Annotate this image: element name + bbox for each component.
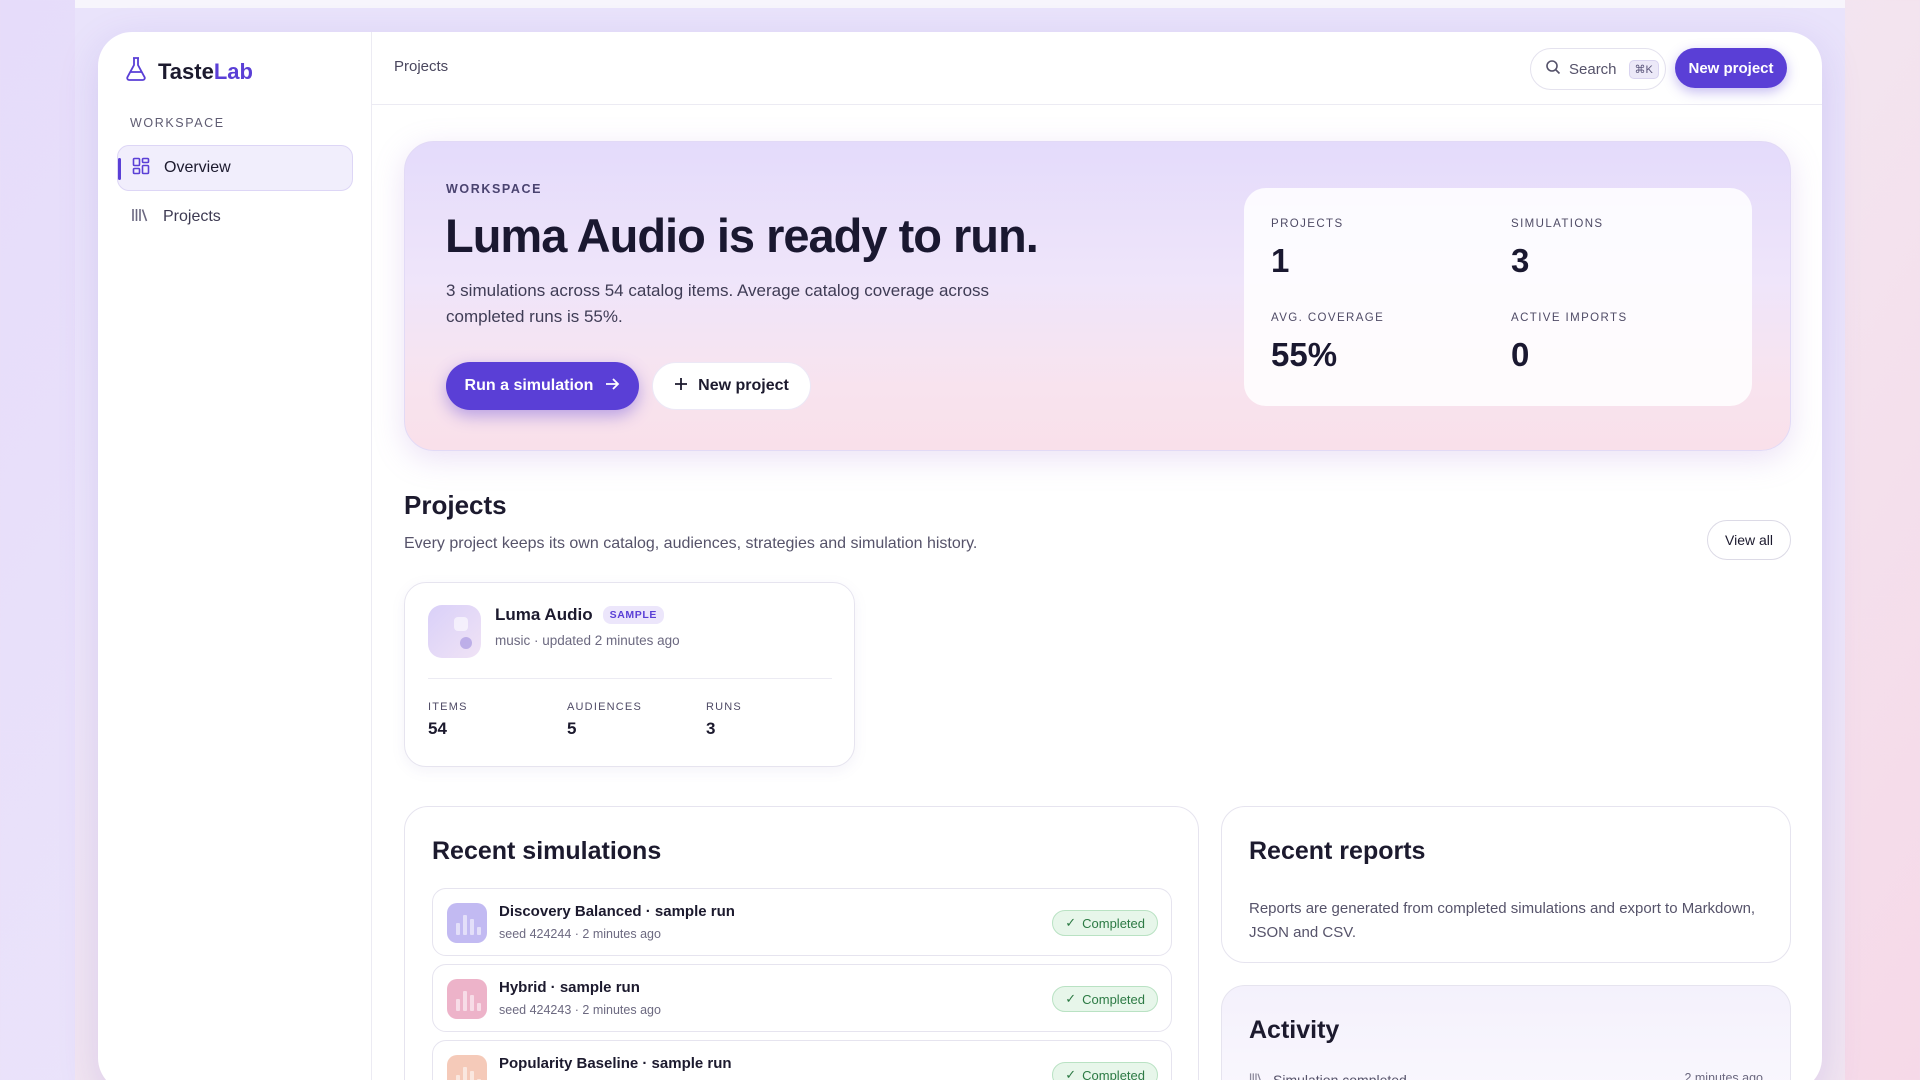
brand-name: TasteLab bbox=[158, 59, 253, 84]
stat-label: PROJECTS bbox=[1271, 218, 1344, 230]
stat-label: AUDIENCES bbox=[567, 701, 642, 713]
hero-card: WORKSPACE Luma Audio is ready to run. 3 … bbox=[404, 141, 1791, 451]
project-name: Luma Audio SAMPLE bbox=[495, 605, 664, 625]
bar-chart-icon bbox=[447, 1055, 487, 1080]
project-stat-audiences: AUDIENCES 5 bbox=[567, 701, 642, 739]
stat-simulations: SIMULATIONS 3 bbox=[1511, 218, 1731, 280]
simulation-meta: seed 424244 · 2 minutes ago bbox=[499, 927, 661, 941]
stat-label: RUNS bbox=[706, 701, 742, 713]
stat-value: 55% bbox=[1271, 336, 1338, 373]
plus-icon bbox=[674, 377, 688, 396]
stat-value: 54 bbox=[428, 719, 447, 738]
top-header: Projects Search ⌘K New project bbox=[372, 32, 1822, 105]
recent-reports-panel: Recent reports Reports are generated fro… bbox=[1221, 806, 1791, 963]
activity-label-text: Simulation completed bbox=[1273, 1071, 1407, 1080]
run-simulation-label: Run a simulation bbox=[464, 377, 594, 394]
project-stat-runs: RUNS 3 bbox=[706, 701, 742, 739]
divider bbox=[428, 678, 832, 679]
simulation-row[interactable]: Hybrid · sample run seed 424243 · 2 minu… bbox=[432, 964, 1172, 1032]
hero-subtitle: 3 simulations across 54 catalog items. A… bbox=[446, 281, 990, 326]
simulation-row[interactable]: Discovery Balanced · sample run seed 424… bbox=[432, 888, 1172, 956]
stat-avg-coverage: AVG. COVERAGE 55% bbox=[1271, 312, 1491, 374]
stat-label: AVG. COVERAGE bbox=[1271, 312, 1385, 324]
search-icon bbox=[1545, 59, 1561, 79]
stat-value: 5 bbox=[567, 719, 577, 738]
project-card-luma-audio[interactable]: Luma Audio SAMPLE music · updated 2 minu… bbox=[404, 582, 855, 767]
project-name-text: Luma Audio bbox=[495, 605, 593, 624]
status-badge: ✓ Completed bbox=[1052, 910, 1158, 936]
app-window: TasteLab WORKSPACE Overview Projects Pro… bbox=[98, 32, 1822, 1080]
bar-chart-icon bbox=[447, 903, 487, 943]
grid-icon bbox=[132, 157, 150, 180]
search-shortcut: ⌘K bbox=[1628, 59, 1659, 79]
stat-value: 1 bbox=[1271, 242, 1290, 279]
activity-title: Activity bbox=[1249, 1016, 1340, 1044]
brand-logo[interactable]: TasteLab bbox=[124, 56, 253, 88]
search-label: Search bbox=[1569, 60, 1617, 78]
activity-row[interactable]: Simulation completed 2 minutes ago bbox=[1249, 1071, 1763, 1080]
window-top-strip bbox=[75, 0, 1845, 8]
hero-title: Luma Audio is ready to run. bbox=[445, 209, 1039, 262]
sidebar-section-label: WORKSPACE bbox=[130, 116, 225, 130]
project-thumbnail bbox=[428, 605, 481, 658]
flask-icon bbox=[124, 56, 148, 88]
stat-label: ACTIVE IMPORTS bbox=[1511, 312, 1628, 324]
arrow-right-icon bbox=[605, 377, 620, 396]
stat-label: ITEMS bbox=[428, 701, 468, 713]
stat-value: 3 bbox=[706, 719, 716, 738]
projects-section-subtitle: Every project keeps its own catalog, aud… bbox=[404, 535, 978, 552]
project-stat-items: ITEMS 54 bbox=[428, 701, 468, 739]
stat-active-imports: ACTIVE IMPORTS 0 bbox=[1511, 312, 1731, 374]
simulation-title: Discovery Balanced · sample run bbox=[499, 903, 735, 920]
recent-reports-title: Recent reports bbox=[1249, 837, 1426, 865]
activity-label: Simulation completed bbox=[1249, 1071, 1407, 1080]
sidebar-item-label: Overview bbox=[164, 159, 231, 176]
header-new-project-button[interactable]: New project bbox=[1675, 48, 1787, 88]
status-badge: ✓ Completed bbox=[1052, 1062, 1158, 1080]
stat-label: SIMULATIONS bbox=[1511, 218, 1604, 230]
status-text: Completed bbox=[1082, 915, 1145, 931]
recent-reports-text: Reports are generated from completed sim… bbox=[1249, 900, 1756, 941]
recent-simulations-title: Recent simulations bbox=[432, 837, 662, 865]
project-meta: music · updated 2 minutes ago bbox=[495, 633, 680, 648]
recent-simulations-panel: Recent simulations Discovery Balanced · … bbox=[404, 806, 1199, 1080]
check-icon: ✓ bbox=[1065, 915, 1077, 930]
run-simulation-button[interactable]: Run a simulation bbox=[446, 362, 639, 410]
status-text: Completed bbox=[1082, 1067, 1145, 1080]
stat-value: 0 bbox=[1511, 336, 1530, 373]
sidebar-item-label: Projects bbox=[163, 208, 221, 225]
search-button[interactable]: Search ⌘K bbox=[1530, 48, 1666, 90]
stats-panel: PROJECTS 1 SIMULATIONS 3 AVG. COVERAGE 5… bbox=[1244, 188, 1752, 406]
simulation-title: Hybrid · sample run bbox=[499, 979, 640, 996]
hero-new-project-button[interactable]: New project bbox=[652, 362, 811, 410]
status-badge: ✓ Completed bbox=[1052, 986, 1158, 1012]
sidebar-item-projects[interactable]: Projects bbox=[117, 194, 353, 240]
status-text: Completed bbox=[1082, 991, 1145, 1007]
check-icon: ✓ bbox=[1065, 1067, 1077, 1080]
simulation-row[interactable]: Popularity Baseline · sample run ✓ Comple… bbox=[432, 1040, 1172, 1080]
simulation-meta: seed 424243 · 2 minutes ago bbox=[499, 1003, 661, 1017]
sidebar: TasteLab WORKSPACE Overview Projects bbox=[98, 32, 372, 1080]
bar-chart-icon bbox=[447, 979, 487, 1019]
new-project-label: New project bbox=[698, 377, 789, 394]
hero-eyebrow: WORKSPACE bbox=[446, 182, 543, 196]
check-icon: ✓ bbox=[1065, 991, 1077, 1006]
library-icon bbox=[1249, 1071, 1263, 1080]
library-icon bbox=[131, 206, 149, 229]
stat-value: 3 bbox=[1511, 242, 1530, 279]
sidebar-item-overview[interactable]: Overview bbox=[117, 145, 353, 191]
projects-section-title: Projects bbox=[404, 490, 507, 520]
sample-badge: SAMPLE bbox=[602, 606, 664, 624]
stat-projects: PROJECTS 1 bbox=[1271, 218, 1491, 280]
activity-panel: Activity Simulation completed 2 minutes … bbox=[1221, 985, 1791, 1080]
breadcrumb[interactable]: Projects bbox=[394, 58, 448, 75]
simulation-title: Popularity Baseline · sample run bbox=[499, 1055, 732, 1072]
view-all-button[interactable]: View all bbox=[1707, 520, 1791, 560]
activity-time: 2 minutes ago bbox=[1684, 1071, 1763, 1080]
